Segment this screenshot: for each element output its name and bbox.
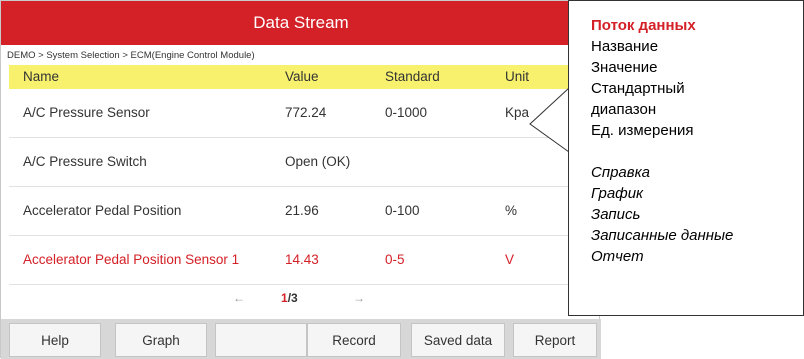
callout-italic-line: Записанные данные xyxy=(591,227,734,244)
callout-line: Стандартный xyxy=(591,80,685,97)
callout-line: диапазон xyxy=(591,101,657,118)
callout-italic-line: Запись xyxy=(591,206,641,223)
callout-title: Поток данных xyxy=(591,17,696,34)
callout-italic-line: Отчет xyxy=(591,248,644,265)
callout-spacer xyxy=(591,141,803,162)
callout-line: Название xyxy=(591,38,659,55)
callout-italic-line: График xyxy=(591,185,644,202)
callout-line: Значение xyxy=(591,59,658,76)
callout-line: Ед. измерения xyxy=(591,122,694,139)
callout-italic-line: Справка xyxy=(591,164,651,181)
callout-panel: Поток данных Название Значение Стандартн… xyxy=(568,0,804,316)
